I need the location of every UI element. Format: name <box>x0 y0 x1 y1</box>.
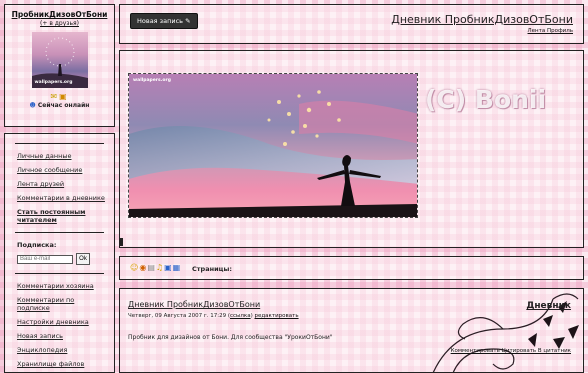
entry-meta: Четверг, 09 Августа 2007 г. 17:29 (ссылк… <box>128 313 299 319</box>
profile-actions: ✉▣ <box>5 92 114 101</box>
divider <box>15 143 104 144</box>
entry-date: Четверг, 09 Августа 2007 г. 17:29 ( <box>128 313 230 319</box>
online-status: ☻ Сейчас онлайн <box>5 102 114 109</box>
music-icon[interactable]: ♫ <box>156 263 164 272</box>
copyright-watermark: (C) Bonii <box>425 85 547 114</box>
sunset-photo-icon <box>129 74 417 217</box>
profile-panel: ПробникДизовОтБони (+ в друзья) wallpape… <box>4 4 115 127</box>
nav-subscription-comments[interactable]: Комментарии по подписке <box>17 296 106 312</box>
rss-icon[interactable]: ▣ <box>164 263 173 272</box>
subscription-ok-button[interactable]: Ok <box>76 253 90 265</box>
entry-action-links[interactable]: Комментировать Цитировать В цитатник <box>451 348 571 354</box>
image-icon[interactable]: ▦ <box>173 263 182 272</box>
online-status-text: Сейчас онлайн <box>37 102 90 109</box>
nav-diary-comments[interactable]: Комментарии в дневнике <box>17 194 106 202</box>
subscription-email-input[interactable] <box>17 254 73 264</box>
header: Новая запись ✎ Дневник ПробникДизовОтБон… <box>119 4 584 44</box>
blog-title-link[interactable]: Дневник ПробникДизовОтБони <box>391 13 573 26</box>
diary-entry: Дневник ПробникДизовОтБони Четверг, 09 А… <box>119 288 584 373</box>
panel-marker <box>120 238 123 246</box>
diary-toolbar: ☺◉▤♫▣▦ Страницы: <box>119 256 584 280</box>
new-entry-label: Новая запись <box>137 17 183 25</box>
add-friend-link[interactable]: (+ в друзья) <box>5 20 114 27</box>
header-image: wallpapers.org <box>128 73 418 218</box>
nav-owner-comments[interactable]: Комментарии хозяина <box>17 282 106 290</box>
avatar[interactable]: wallpapers.org <box>31 32 88 88</box>
header-links[interactable]: Лента Профиль <box>528 28 573 34</box>
pages-label: Страницы: <box>192 265 232 273</box>
nav-encyclopedia[interactable]: Энциклопедия <box>17 346 106 354</box>
nav-private-message[interactable]: Личное сообщение <box>17 166 106 174</box>
toolbar-icons: ☺◉▤♫▣▦ <box>130 263 181 272</box>
smiley-icon[interactable]: ☺ <box>130 263 139 272</box>
header-image-panel: wallpapers.org (C) Bonii <box>119 50 584 248</box>
nav-diary-settings[interactable]: Настройки дневника <box>17 318 106 326</box>
new-entry-button[interactable]: Новая запись ✎ <box>130 13 198 29</box>
user-online-icon: ☻ <box>29 102 36 109</box>
gift-icon[interactable]: ▣ <box>59 92 69 101</box>
pencil-icon: ✎ <box>185 17 191 25</box>
divider <box>15 273 104 274</box>
entry-edit-link[interactable]: редактировать <box>255 313 299 319</box>
message-icon[interactable]: ✉ <box>50 92 59 101</box>
subscription-label: Подписка: <box>17 241 57 249</box>
entry-permalink[interactable]: ссылка <box>230 313 251 319</box>
avatar-watermark: wallpapers.org <box>34 80 73 85</box>
nav-file-storage[interactable]: Хранилище файлов <box>17 360 106 368</box>
nav-become-regular-reader[interactable]: Стать постоянным читателем <box>17 208 106 224</box>
entry-section-title[interactable]: Дневник <box>526 301 571 311</box>
document-icon[interactable]: ▤ <box>147 263 156 272</box>
subscription-form: Ok <box>17 253 106 265</box>
photo-watermark-tag: wallpapers.org <box>133 78 171 83</box>
profile-username-link[interactable]: ПробникДизовОтБони <box>5 10 114 19</box>
sidebar-nav: Личные данные Личное сообщение Лента дру… <box>4 133 115 373</box>
entry-body: Пробник для дизайнов от Бони. Для сообще… <box>128 334 333 341</box>
nav-personal-data[interactable]: Личные данные <box>17 152 106 160</box>
entry-title-link[interactable]: Дневник ПробникДизовОтБони <box>128 300 260 309</box>
nav-friends-feed[interactable]: Лента друзей <box>17 180 106 188</box>
nav-new-entry[interactable]: Новая запись <box>17 332 106 340</box>
divider <box>15 232 104 233</box>
